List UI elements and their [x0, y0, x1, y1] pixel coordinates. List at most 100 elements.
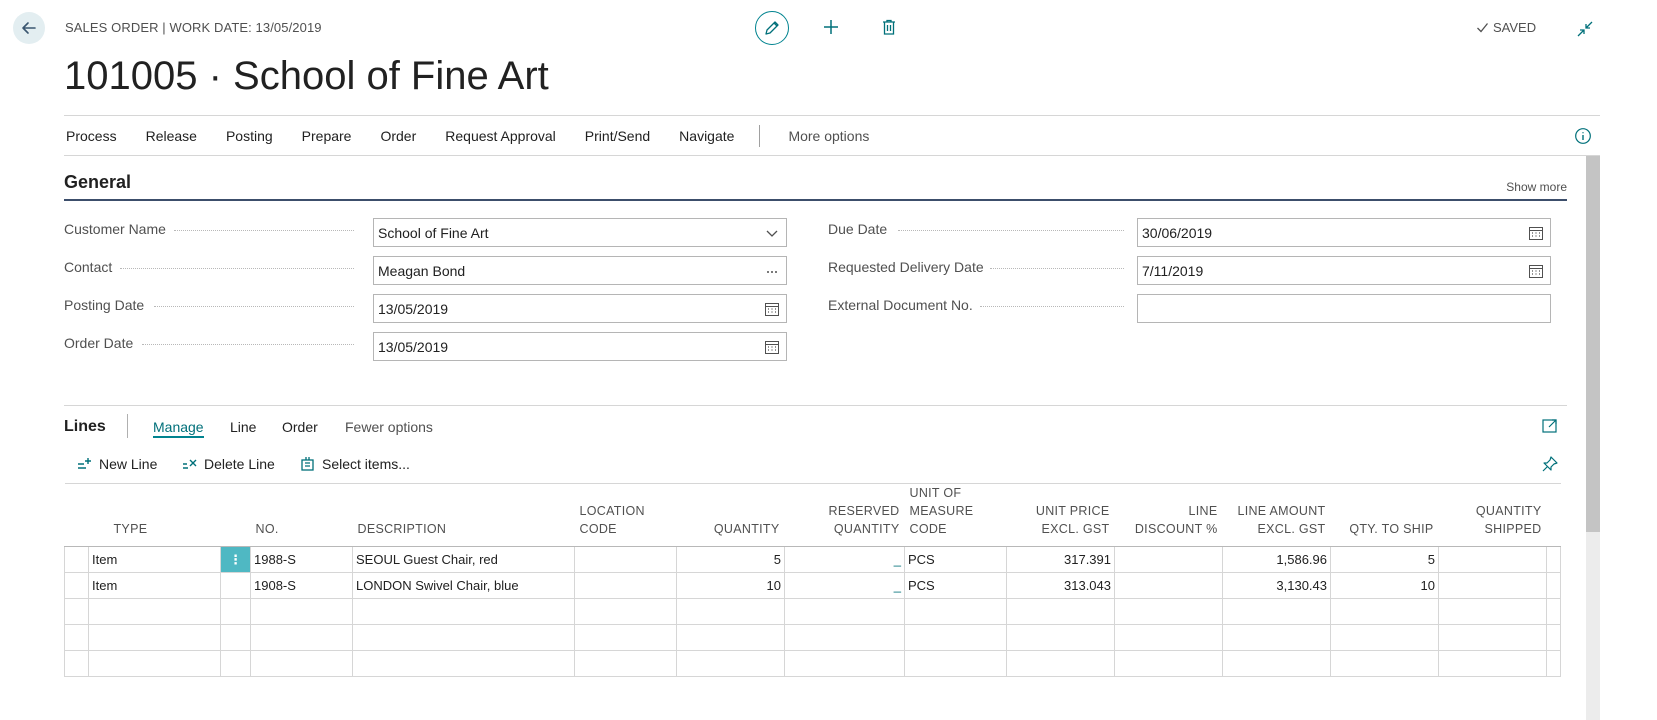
column-header-quantity[interactable]: Quantity: [676, 483, 785, 547]
row-menu-button[interactable]: ⋮: [220, 546, 251, 573]
cell-qty-to-ship[interactable]: 5: [1330, 546, 1439, 573]
cell-unit-price[interactable]: 313.043: [1006, 572, 1115, 599]
cell-no[interactable]: [250, 624, 353, 651]
cell-line-discount[interactable]: [1114, 546, 1223, 573]
delete-line-button[interactable]: Delete Line: [182, 456, 275, 472]
order-date-field[interactable]: 13/05/2019: [373, 332, 787, 361]
cell-type[interactable]: Item: [88, 546, 221, 573]
column-header-reserved-quantity[interactable]: Reserved Quantity: [784, 483, 905, 547]
cell-quantity-shipped[interactable]: [1438, 650, 1547, 677]
cell-line-amount[interactable]: [1222, 650, 1331, 677]
cell-line-amount[interactable]: 3,130.43: [1222, 572, 1331, 599]
cell-quantity[interactable]: [676, 650, 785, 677]
cell-qty-to-ship[interactable]: [1330, 650, 1439, 677]
column-header-quantity-shipped[interactable]: Quantity Shipped: [1438, 483, 1547, 547]
column-header-location-code[interactable]: Location Code: [574, 483, 677, 547]
cell-location-code[interactable]: [574, 598, 677, 625]
contact-field[interactable]: Meagan Bond: [373, 256, 787, 285]
table-row[interactable]: Item ⋮ 1988-S SEOUL Guest Chair, red 5 _…: [64, 546, 1561, 573]
cell-description[interactable]: [352, 598, 575, 625]
cell-no[interactable]: [250, 598, 353, 625]
customer-name-field[interactable]: School of Fine Art: [373, 218, 787, 247]
calendar-icon[interactable]: [764, 339, 780, 355]
tab-line[interactable]: Line: [230, 419, 256, 435]
cell-quantity-shipped[interactable]: [1438, 572, 1547, 599]
cell-unit-price[interactable]: 317.391: [1006, 546, 1115, 573]
cell-unit-of-measure-code[interactable]: PCS: [904, 546, 1007, 573]
tab-manage[interactable]: Manage: [153, 419, 204, 438]
cell-line-amount[interactable]: [1222, 598, 1331, 625]
cell-location-code[interactable]: [574, 546, 677, 573]
cell-quantity-shipped[interactable]: [1438, 598, 1547, 625]
cell-quantity[interactable]: [676, 624, 785, 651]
select-items-button[interactable]: Select items...: [300, 456, 410, 472]
cell-line-amount[interactable]: [1222, 624, 1331, 651]
cell-reserved-quantity[interactable]: [784, 650, 905, 677]
cell-reserved-quantity[interactable]: [784, 624, 905, 651]
cell-type[interactable]: [88, 624, 221, 651]
cell-line-discount[interactable]: [1114, 572, 1223, 599]
cell-unit-of-measure-code[interactable]: [904, 650, 1007, 677]
back-button[interactable]: [13, 12, 45, 44]
lines-title[interactable]: Lines: [64, 418, 106, 436]
calendar-icon[interactable]: [1528, 225, 1544, 241]
cell-quantity[interactable]: 10: [676, 572, 785, 599]
cell-quantity[interactable]: 5: [676, 546, 785, 573]
more-options-button[interactable]: More options: [786, 128, 869, 144]
new-button[interactable]: [820, 16, 842, 38]
due-date-field[interactable]: 30/06/2019: [1137, 218, 1551, 247]
action-request-approval[interactable]: Request Approval: [443, 128, 556, 144]
cell-reserved-quantity[interactable]: [784, 598, 905, 625]
new-line-button[interactable]: New Line: [77, 456, 157, 472]
column-header-unit-price[interactable]: Unit Price Excl. GST: [1006, 483, 1115, 547]
action-release[interactable]: Release: [144, 128, 197, 144]
action-print-send[interactable]: Print/Send: [583, 128, 650, 144]
info-icon[interactable]: [1574, 127, 1592, 145]
cell-unit-of-measure-code[interactable]: PCS: [904, 572, 1007, 599]
column-header-no[interactable]: No.: [250, 483, 353, 547]
delete-button[interactable]: [878, 16, 900, 38]
cell-quantity-shipped[interactable]: [1438, 546, 1547, 573]
cell-quantity-shipped[interactable]: [1438, 624, 1547, 651]
cell-description[interactable]: [352, 650, 575, 677]
requested-delivery-date-field[interactable]: 7/11/2019: [1137, 256, 1551, 285]
row-menu-cell[interactable]: [220, 598, 251, 625]
cell-location-code[interactable]: [574, 650, 677, 677]
cell-line-discount[interactable]: [1114, 598, 1223, 625]
row-selector[interactable]: [64, 598, 89, 625]
cell-no[interactable]: 1908-S: [250, 572, 353, 599]
column-header-description[interactable]: Description: [352, 483, 575, 547]
cell-type[interactable]: [88, 598, 221, 625]
row-selector[interactable]: [64, 624, 89, 651]
row-selector[interactable]: [64, 572, 89, 599]
cell-qty-to-ship[interactable]: [1330, 598, 1439, 625]
row-selector[interactable]: [64, 546, 89, 573]
show-more-button[interactable]: Show more: [1506, 180, 1567, 194]
action-process[interactable]: Process: [64, 128, 117, 144]
column-header-unit-of-measure-code[interactable]: Unit of Measure Code: [904, 483, 1007, 547]
action-order[interactable]: Order: [378, 128, 416, 144]
posting-date-field[interactable]: 13/05/2019: [373, 294, 787, 323]
expand-icon[interactable]: [1541, 417, 1559, 435]
action-posting[interactable]: Posting: [224, 128, 273, 144]
table-row-empty[interactable]: [64, 624, 1561, 651]
action-navigate[interactable]: Navigate: [677, 128, 734, 144]
cell-line-discount[interactable]: [1114, 624, 1223, 651]
calendar-icon[interactable]: [1528, 263, 1544, 279]
cell-no[interactable]: [250, 650, 353, 677]
cell-qty-to-ship[interactable]: [1330, 624, 1439, 651]
edit-button[interactable]: [755, 11, 789, 45]
cell-unit-price[interactable]: [1006, 624, 1115, 651]
cell-quantity[interactable]: [676, 598, 785, 625]
column-header-qty-to-ship[interactable]: Qty. to Ship: [1330, 483, 1439, 547]
cell-qty-to-ship[interactable]: 10: [1330, 572, 1439, 599]
column-header-type[interactable]: Type: [88, 483, 221, 547]
collapse-button[interactable]: [1574, 18, 1596, 40]
table-row-empty[interactable]: [64, 650, 1561, 677]
pin-icon[interactable]: [1541, 455, 1559, 473]
cell-no[interactable]: 1988-S: [250, 546, 353, 573]
cell-reserved-quantity[interactable]: _: [784, 572, 905, 599]
fewer-options-button[interactable]: Fewer options: [345, 419, 433, 435]
cell-description[interactable]: LONDON Swivel Chair, blue: [352, 572, 575, 599]
cell-location-code[interactable]: [574, 572, 677, 599]
